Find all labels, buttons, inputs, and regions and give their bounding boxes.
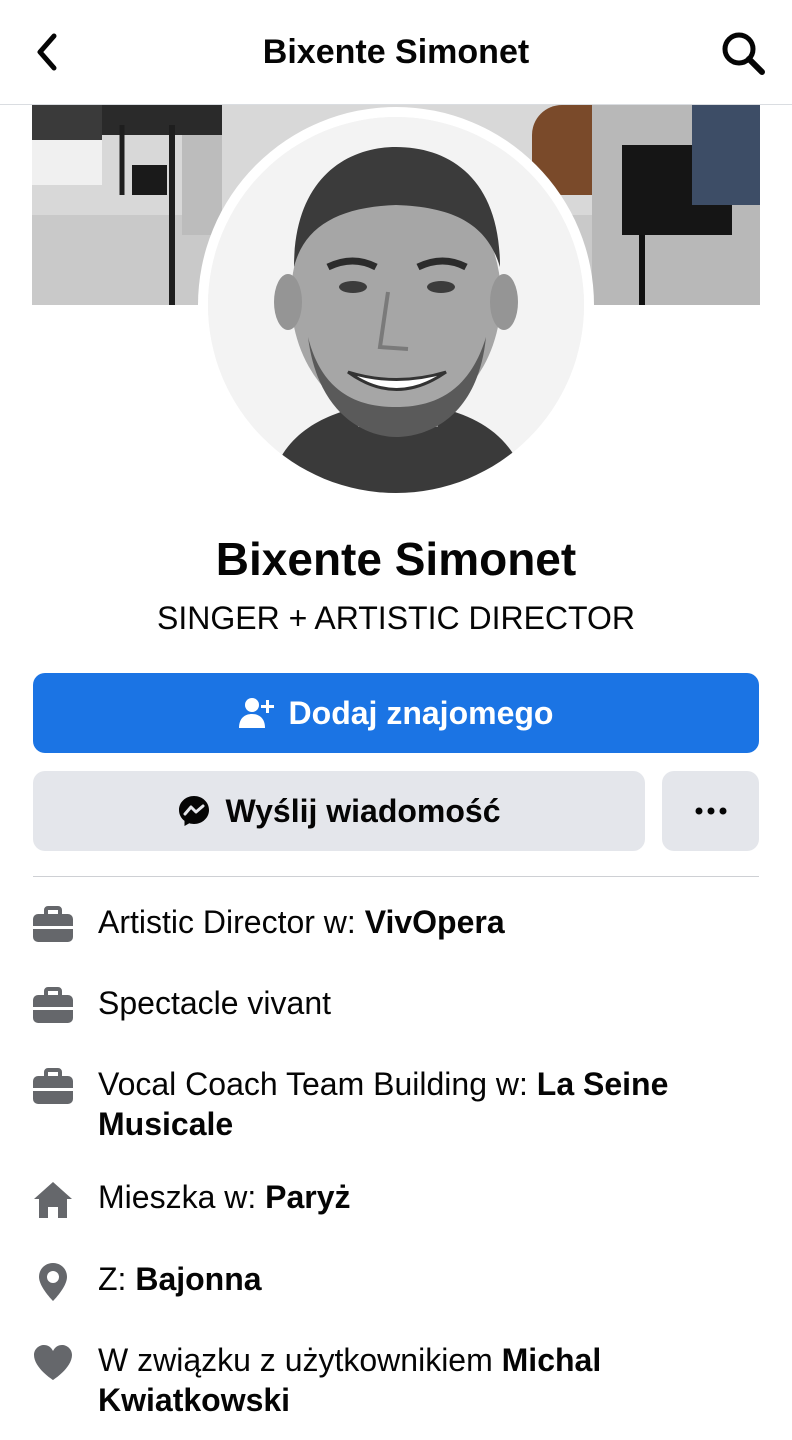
search-icon — [722, 32, 765, 75]
send-message-button[interactable]: Wyślij wiadomość — [33, 771, 645, 851]
detail-text: Spectacle vivant — [98, 985, 332, 1021]
add-friend-label: Dodaj znajomego — [288, 694, 554, 731]
search-button[interactable] — [718, 28, 768, 78]
detail-link[interactable]: Paryż — [265, 1179, 350, 1215]
home-icon — [34, 1182, 72, 1218]
top-bar: Bixente Simonet — [0, 0, 792, 105]
briefcase-icon — [33, 987, 73, 1023]
detail-text: W związku z użytkownikiem — [98, 1342, 502, 1378]
profile-bio: SINGER + ARTISTIC DIRECTOR — [156, 600, 635, 636]
detail-text: Artistic Director w: — [98, 904, 365, 940]
send-message-label: Wyślij wiadomość — [225, 792, 501, 829]
profile-name: Bixente Simonet — [215, 533, 577, 585]
divider — [33, 876, 759, 877]
add-friend-icon — [238, 698, 274, 728]
briefcase-icon — [33, 906, 73, 942]
detail-text: Vocal Coach Team Building w: — [98, 1066, 537, 1102]
messenger-icon — [179, 796, 210, 826]
add-friend-button[interactable]: Dodaj znajomego — [33, 673, 759, 753]
avatar[interactable] — [208, 117, 584, 493]
detail-link[interactable]: VivOpera — [365, 904, 505, 940]
location-pin-icon — [39, 1263, 67, 1301]
more-options-button[interactable] — [662, 771, 759, 851]
page-title: Bixente Simonet — [262, 33, 530, 71]
detail-text: Mieszka w: — [98, 1179, 266, 1215]
more-dots-icon — [695, 807, 726, 815]
briefcase-icon — [33, 1068, 73, 1104]
detail-link[interactable]: Bajonna — [135, 1261, 261, 1297]
heart-icon — [34, 1345, 72, 1380]
detail-text: Z: — [98, 1261, 136, 1297]
profile-photo — [208, 117, 584, 493]
